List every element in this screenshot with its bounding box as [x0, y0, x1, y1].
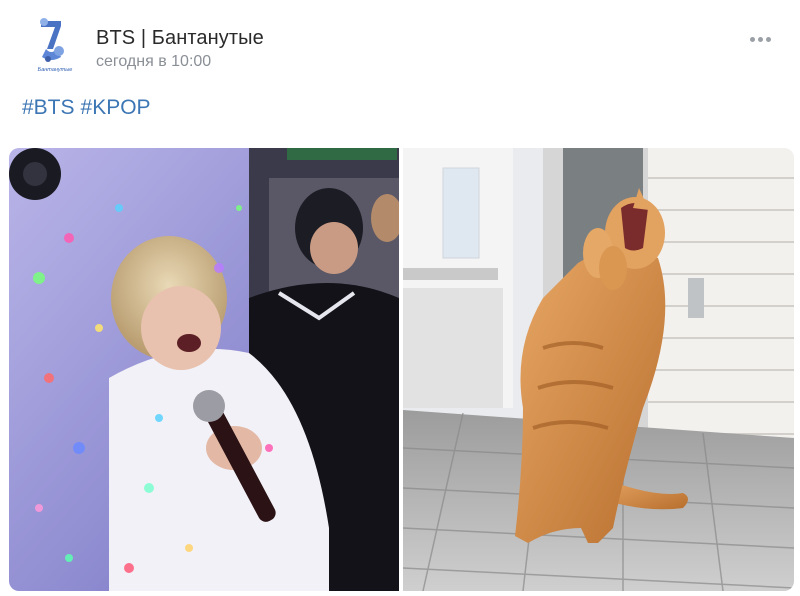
- more-horizontal-icon[interactable]: [744, 30, 776, 48]
- hashtag-link[interactable]: #BTS: [22, 96, 75, 119]
- post-text: #BTS #KPOP: [22, 96, 157, 120]
- post-photo-cat[interactable]: [403, 148, 794, 591]
- avatar-caption: Бантанутые: [38, 67, 73, 73]
- post-time[interactable]: сегодня в 10:00: [96, 53, 211, 71]
- post-photo-karaoke[interactable]: [9, 148, 399, 591]
- post-author[interactable]: BTS | Бантанутые: [96, 27, 264, 50]
- group-avatar[interactable]: Бантанутые: [31, 15, 79, 75]
- hashtag-link[interactable]: #KPOP: [81, 96, 151, 119]
- wall-post: Бантанутые BTS | Бантанутые сегодня в 10…: [0, 0, 800, 596]
